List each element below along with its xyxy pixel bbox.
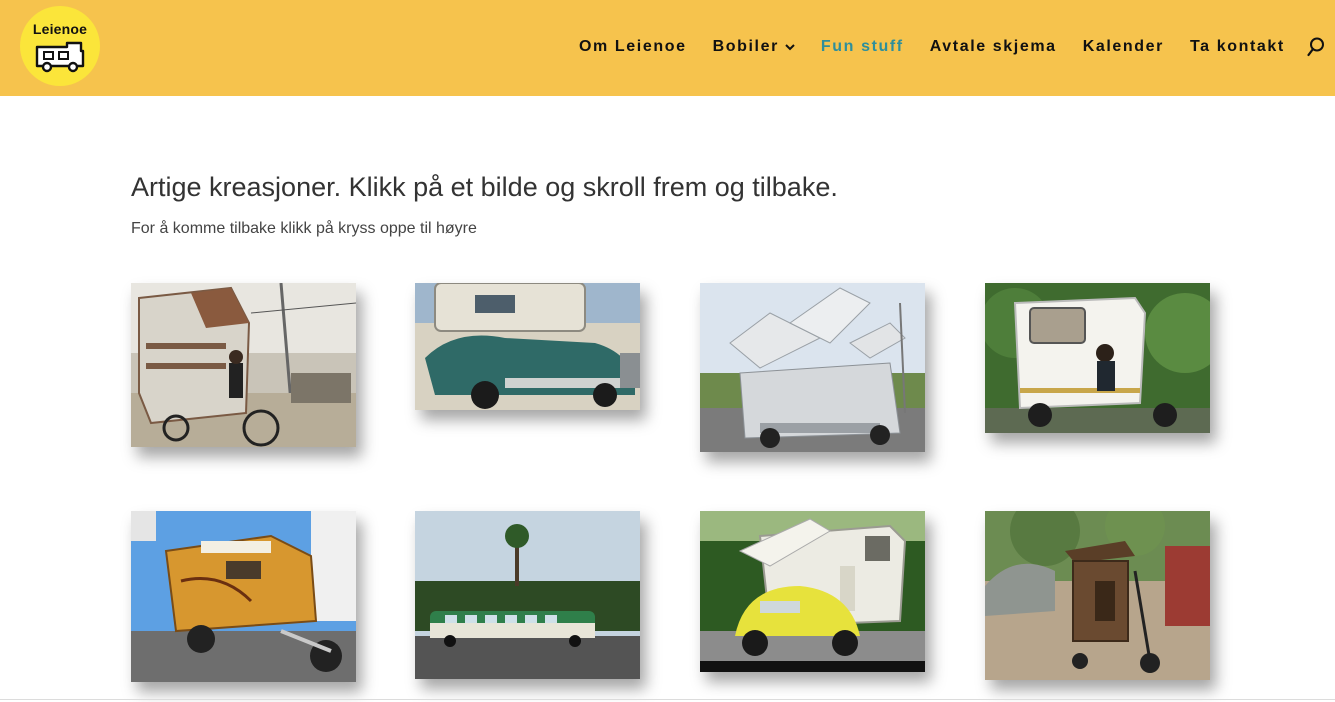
chevron-down-icon [785, 43, 795, 50]
gallery-image-scooter-camper[interactable] [985, 283, 1210, 433]
nav-item-label: Avtale skjema [929, 38, 1057, 55]
nav-item-bobiler[interactable]: Bobiler [713, 38, 795, 56]
gallery-image-bicycle-camper[interactable] [131, 283, 356, 447]
gallery-image-beetle-camper[interactable] [700, 511, 925, 672]
nav-item-label: Fun stuff [820, 38, 904, 55]
nav-item-label: Kalender [1082, 38, 1164, 55]
site-header: Leienoe Om Leienoe Bobiler Fun stuff Avt… [0, 0, 1335, 96]
camper-van-icon [35, 41, 85, 73]
main-nav: Om Leienoe Bobiler Fun stuff Avtale skje… [579, 36, 1311, 58]
gallery-image-classic-car-camper[interactable] [415, 283, 640, 410]
site-logo[interactable]: Leienoe [20, 6, 100, 86]
page-title: Artige kreasjoner. Klikk på et bilde og … [131, 172, 838, 202]
page-subtitle: For å komme tilbake klikk på kryss oppe … [131, 220, 477, 237]
nav-item-fun-stuff[interactable]: Fun stuff [821, 38, 904, 56]
nav-item-avtale-skjema[interactable]: Avtale skjema [930, 38, 1057, 56]
logo-text: Leienoe [32, 21, 88, 37]
gallery-image-long-vw-bus[interactable] [415, 511, 640, 679]
nav-item-om-leienoe[interactable]: Om Leienoe [579, 38, 687, 56]
nav-item-label: Bobiler [712, 38, 779, 55]
divider [0, 699, 1335, 700]
gallery-image-winged-van[interactable] [700, 283, 925, 452]
nav-item-label: Om Leienoe [579, 38, 687, 55]
nav-item-kalender[interactable]: Kalender [1083, 38, 1164, 56]
gallery-image-motorcycle-camper[interactable] [131, 511, 356, 682]
nav-item-label: Ta kontakt [1189, 38, 1285, 55]
nav-item-ta-kontakt[interactable]: Ta kontakt [1190, 38, 1285, 56]
gallery-image-outhouse-scooter[interactable] [985, 511, 1210, 680]
search-icon[interactable] [1307, 37, 1325, 57]
